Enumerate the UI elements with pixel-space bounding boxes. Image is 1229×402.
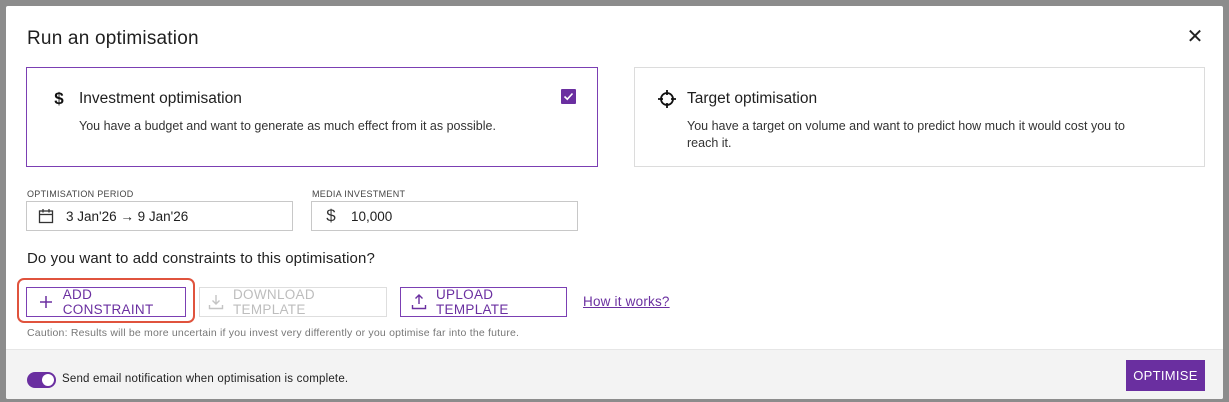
add-constraint-button[interactable]: ADD CONSTRAINT: [26, 287, 186, 317]
target-card-title: Target optimisation: [687, 90, 818, 107]
how-it-works-link[interactable]: How it works?: [583, 294, 670, 309]
email-notification-toggle[interactable]: [27, 372, 56, 388]
crosshair-icon: [657, 89, 677, 109]
upload-icon: [411, 294, 427, 310]
download-template-button[interactable]: DOWNLOAD TEMPLATE: [199, 287, 387, 317]
add-constraint-label: ADD CONSTRAINT: [62, 287, 154, 317]
upload-template-button[interactable]: UPLOAD TEMPLATE: [400, 287, 567, 317]
dollar-icon: $: [54, 89, 64, 108]
download-template-label: DOWNLOAD TEMPLATE: [233, 287, 315, 317]
caution-text: Caution: Results will be more uncertain …: [27, 327, 520, 339]
optimise-button[interactable]: OPTIMISE: [1126, 360, 1205, 391]
investment-card-description: You have a budget and want to generate a…: [79, 119, 496, 133]
period-field[interactable]: 3 Jan'26 → 9 Jan'26: [26, 201, 293, 231]
target-card-description: You have a target on volume and want to …: [687, 119, 1125, 150]
investment-value: 10,000: [351, 208, 393, 224]
optimisation-dialog: Run an optimisation ✕ $ Investment optim…: [6, 6, 1223, 399]
close-icon[interactable]: ✕: [1184, 26, 1206, 48]
calendar-icon: [36, 208, 56, 224]
dialog-title: Run an optimisation: [27, 28, 199, 49]
toggle-knob: [42, 374, 54, 386]
dollar-icon: $: [326, 206, 336, 225]
dialog-footer: Send email notification when optimisatio…: [6, 349, 1223, 399]
notification-label: Send email notification when optimisatio…: [62, 373, 349, 385]
upload-template-label: UPLOAD TEMPLATE: [436, 287, 509, 317]
investment-label: MEDIA INVESTMENT: [312, 189, 406, 199]
plus-icon: [38, 296, 54, 308]
investment-field[interactable]: $ 10,000: [311, 201, 578, 231]
investment-card-title: Investment optimisation: [79, 90, 242, 107]
investment-optimisation-card[interactable]: $ Investment optimisation You have a bud…: [26, 67, 598, 167]
checkbox-checked-icon[interactable]: [561, 89, 576, 104]
target-optimisation-card[interactable]: Target optimisation You have a target on…: [634, 67, 1205, 167]
download-icon: [208, 294, 224, 310]
period-label: OPTIMISATION PERIOD: [27, 189, 134, 199]
period-value: 3 Jan'26 → 9 Jan'26: [66, 208, 189, 224]
constraints-question: Do you want to add constraints to this o…: [27, 250, 375, 267]
